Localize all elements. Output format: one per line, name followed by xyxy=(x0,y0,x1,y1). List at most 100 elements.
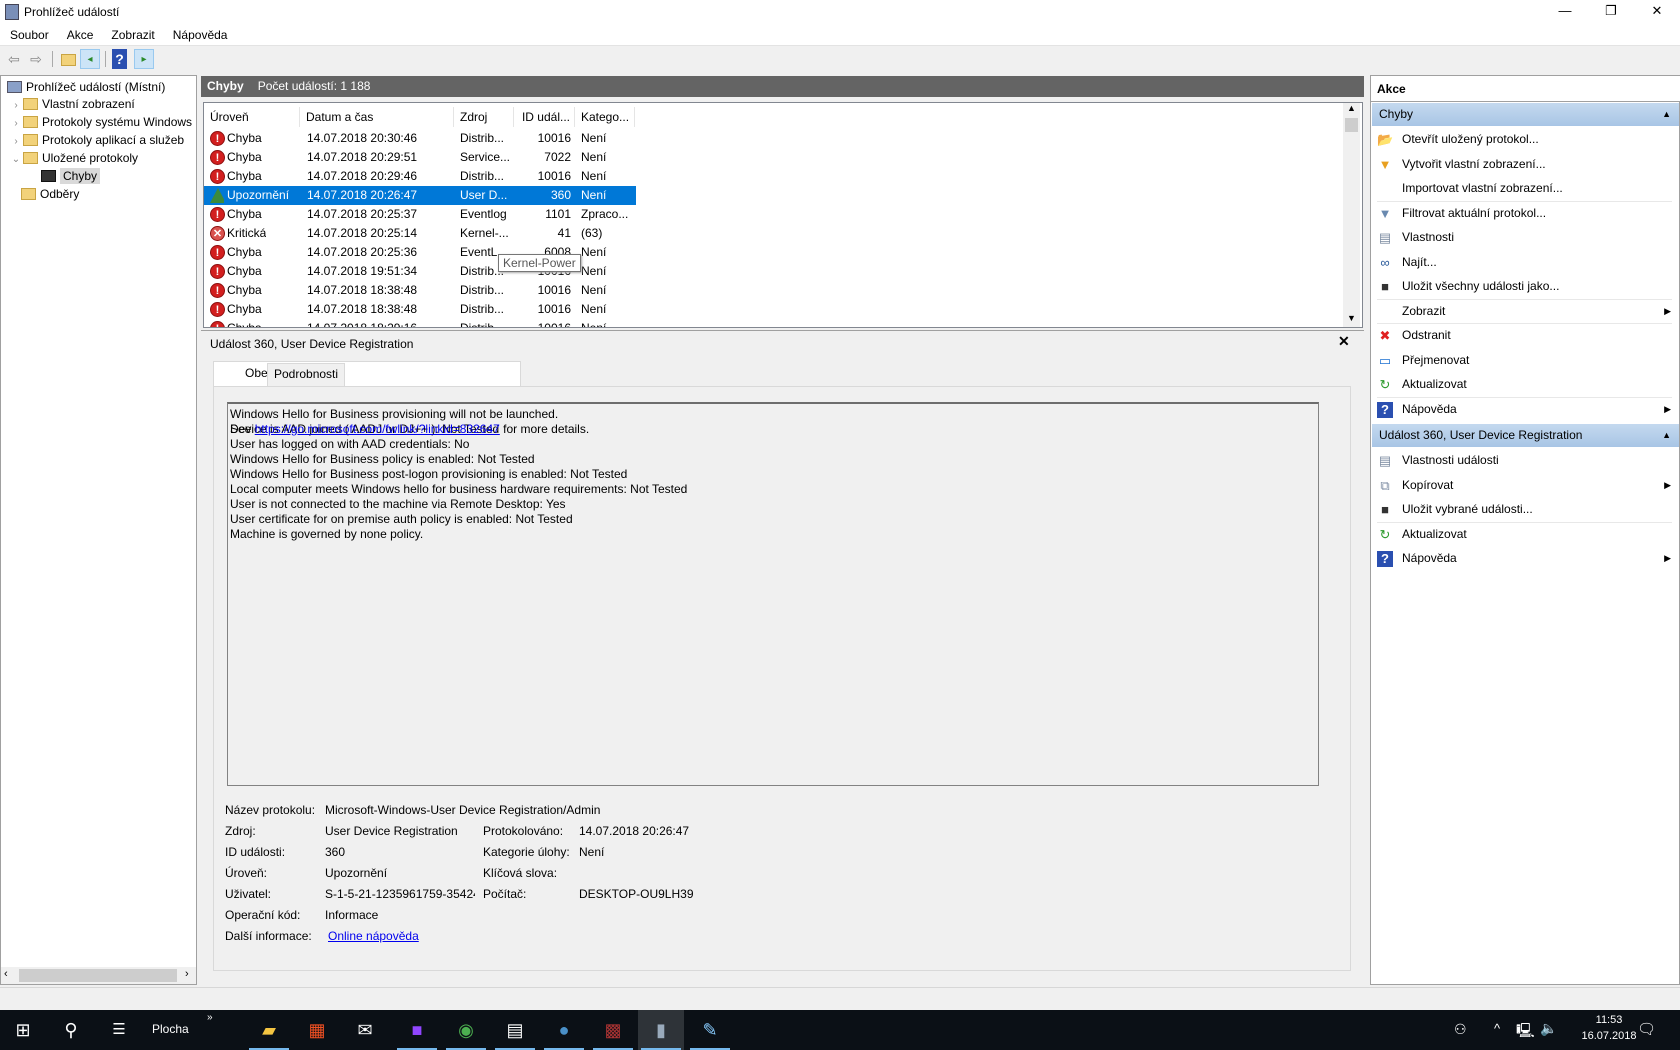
tab-details[interactable]: Podrobnosti xyxy=(267,363,346,386)
action-item[interactable]: ■ Uložit vybrané události... xyxy=(1371,498,1679,521)
table-row[interactable]: !Chyba 14.07.2018 18:29:16 Distrib... 10016… xyxy=(204,319,636,327)
category-cell: Zpraco... xyxy=(581,207,629,221)
network-icon[interactable]: 🖳 xyxy=(1516,1020,1535,1044)
desktop-toolbar[interactable]: Plocha xyxy=(152,1022,189,1036)
people-icon[interactable]: ⚇ xyxy=(1454,1021,1467,1038)
tree-horizontal-scrollbar[interactable]: ‹ › xyxy=(1,967,196,984)
show-hide-action-pane-icon[interactable]: ▸ xyxy=(134,49,154,69)
chrome-icon[interactable]: ◉ xyxy=(443,1010,489,1050)
see-prefix: See xyxy=(230,422,255,436)
game-app-icon[interactable]: ▩ xyxy=(590,1010,636,1050)
action-item[interactable]: ? Nápověda ▶ xyxy=(1371,398,1679,421)
tree-item[interactable]: Prohlížeč událostí (Místní) xyxy=(7,78,165,96)
action-item[interactable]: ▤ Vlastnosti události xyxy=(1371,449,1679,472)
tree-item[interactable]: ⌄ Uložené protokoly xyxy=(9,149,138,167)
scrollbar-thumb[interactable] xyxy=(1345,118,1358,132)
collapse-icon[interactable]: ▲ xyxy=(1662,103,1671,126)
close-detail-button[interactable]: ✕ xyxy=(1338,333,1350,350)
column-header[interactable]: Datum a čas xyxy=(300,107,454,127)
mail-icon[interactable]: ✉ xyxy=(342,1010,388,1050)
show-hidden-icons[interactable]: ^ xyxy=(1494,1021,1500,1036)
level-cell: Chyba xyxy=(227,169,262,183)
action-item[interactable]: ? Nápověda ▶ xyxy=(1371,547,1679,570)
action-item[interactable]: Importovat vlastní zobrazení... xyxy=(1371,177,1679,200)
action-center-icon[interactable]: 🗨 xyxy=(1637,1020,1656,1038)
restore-button[interactable]: ❐ xyxy=(1588,0,1634,24)
volume-icon[interactable]: 🔈 xyxy=(1540,1020,1557,1037)
action-item[interactable]: ↻ Aktualizovat xyxy=(1371,373,1679,396)
scrollbar-thumb[interactable] xyxy=(19,969,177,982)
store-icon[interactable]: ▦ xyxy=(294,1010,340,1050)
column-header[interactable]: Úroveň xyxy=(204,107,300,127)
table-row[interactable]: ! Chyba 14.07.2018 20:30:46 Distrib... 10016… xyxy=(204,129,636,148)
minimize-button[interactable]: — xyxy=(1542,0,1588,24)
task-view-icon[interactable]: ☰ xyxy=(96,1010,142,1050)
search-icon[interactable]: ⚲ xyxy=(48,1010,94,1050)
action-item[interactable]: 📂 Otevřít uložený protokol... xyxy=(1371,128,1679,151)
scroll-left-icon[interactable]: ‹ xyxy=(4,968,8,980)
close-button[interactable]: ✕ xyxy=(1634,0,1680,24)
column-header[interactable]: ID udál... xyxy=(514,107,575,127)
headset-app-icon[interactable]: ● xyxy=(541,1010,587,1050)
menu-napoveda[interactable]: Nápověda xyxy=(163,24,236,42)
table-row[interactable]: ! Chyba 14.07.2018 18:38:48 Distrib... 10016… xyxy=(204,300,636,319)
tree-item-label: Odběry xyxy=(40,187,80,201)
tree-item[interactable]: Chyby xyxy=(41,167,101,185)
paint-icon[interactable]: ✎ xyxy=(687,1010,733,1050)
table-row[interactable]: ✕ Kritická 14.07.2018 20:25:14 Kernel-... 41… xyxy=(204,224,636,243)
action-item[interactable]: ✖ Odstranit xyxy=(1371,324,1679,347)
fwlink-link[interactable]: https://go.microsoft.com/fwlink/?linkid=… xyxy=(255,422,500,436)
action-item[interactable]: ■ Uložit všechny události jako... xyxy=(1371,275,1679,298)
calculator-icon[interactable]: ▤ xyxy=(492,1010,538,1050)
column-header[interactable]: Katego... xyxy=(575,107,635,127)
menu-zobrazit[interactable]: Zobrazit xyxy=(101,24,162,42)
action-item[interactable]: ↻ Aktualizovat xyxy=(1371,523,1679,546)
action-item[interactable]: ▭ Přejmenovat xyxy=(1371,349,1679,372)
help-icon[interactable]: ? xyxy=(112,49,127,69)
category-cell: Není xyxy=(581,283,607,297)
menu-bar: Soubor Akce Zobrazit Nápověda xyxy=(0,24,1680,46)
collapse-icon[interactable]: ▲ xyxy=(1662,424,1671,447)
date-cell: 14.07.2018 20:25:37 xyxy=(307,207,418,221)
table-row[interactable]: Upozornění 14.07.2018 20:26:47 User D... 36… xyxy=(204,186,636,205)
open-folder-icon[interactable] xyxy=(58,49,78,69)
expander-icon[interactable]: ⌄ xyxy=(9,151,23,169)
pane-divider xyxy=(201,330,1364,331)
clock[interactable]: 11:53 16.07.2018 xyxy=(1575,1014,1643,1042)
twitch-icon[interactable]: ■ xyxy=(394,1010,440,1050)
table-row[interactable]: ! Chyba 14.07.2018 20:29:51 Service... 7022 N… xyxy=(204,148,636,167)
scroll-right-icon[interactable]: › xyxy=(185,968,189,980)
tree-item[interactable]: › Protokoly aplikací a služeb xyxy=(9,131,184,149)
table-row[interactable]: ! Chyba 14.07.2018 20:25:37 Eventlog 1101 Zpr… xyxy=(204,205,636,224)
action-item[interactable]: ▼ Filtrovat aktuální protokol... xyxy=(1371,202,1679,225)
file-explorer-icon[interactable]: ▰ xyxy=(246,1010,292,1050)
section-event[interactable]: Událost 360, User Device Registration ▲ xyxy=(1372,424,1679,447)
column-header[interactable]: Zdroj xyxy=(454,107,514,127)
action-item[interactable]: ▤ Vlastnosti xyxy=(1371,226,1679,249)
start-button[interactable]: ⊞ xyxy=(0,1010,46,1050)
level-cell: Chyba xyxy=(227,302,262,316)
online-help-link[interactable]: Online nápověda xyxy=(328,929,419,943)
menu-akce[interactable]: Akce xyxy=(57,24,102,42)
action-item[interactable]: ∞ Najít... xyxy=(1371,251,1679,274)
event-list-scrollbar[interactable]: ▲ ▼ xyxy=(1343,103,1360,327)
forward-arrow-icon[interactable]: ⇨ xyxy=(26,49,46,69)
scroll-up-icon[interactable]: ▲ xyxy=(1347,103,1356,113)
show-hide-tree-icon[interactable]: ◂ xyxy=(80,49,100,69)
menu-soubor[interactable]: Soubor xyxy=(0,24,57,42)
toolbar-expand-icon[interactable]: » xyxy=(207,1012,213,1023)
action-item[interactable]: ▼ Vytvořit vlastní zobrazení... xyxy=(1371,153,1679,176)
tree-item[interactable]: › Vlastní zobrazení xyxy=(9,95,134,113)
action-item[interactable]: ⧉ Kopírovat ▶ xyxy=(1371,474,1679,497)
event-viewer-taskbar-icon[interactable]: ▮ xyxy=(638,1010,684,1050)
tab-general[interactable]: Obecné xyxy=(213,361,521,386)
scroll-down-icon[interactable]: ▼ xyxy=(1347,313,1356,323)
tree-item[interactable]: › Protokoly systému Windows xyxy=(9,113,192,131)
submenu-arrow-icon: ▶ xyxy=(1664,403,1671,414)
action-item[interactable]: Zobrazit ▶ xyxy=(1371,300,1679,323)
section-chyby[interactable]: Chyby ▲ xyxy=(1372,103,1679,126)
table-row[interactable]: ! Chyba 14.07.2018 20:29:46 Distrib... 10016… xyxy=(204,167,636,186)
back-arrow-icon[interactable]: ⇦ xyxy=(4,49,24,69)
table-row[interactable]: ! Chyba 14.07.2018 18:38:48 Distrib... 10016… xyxy=(204,281,636,300)
tree-item[interactable]: Odběry xyxy=(21,185,79,203)
